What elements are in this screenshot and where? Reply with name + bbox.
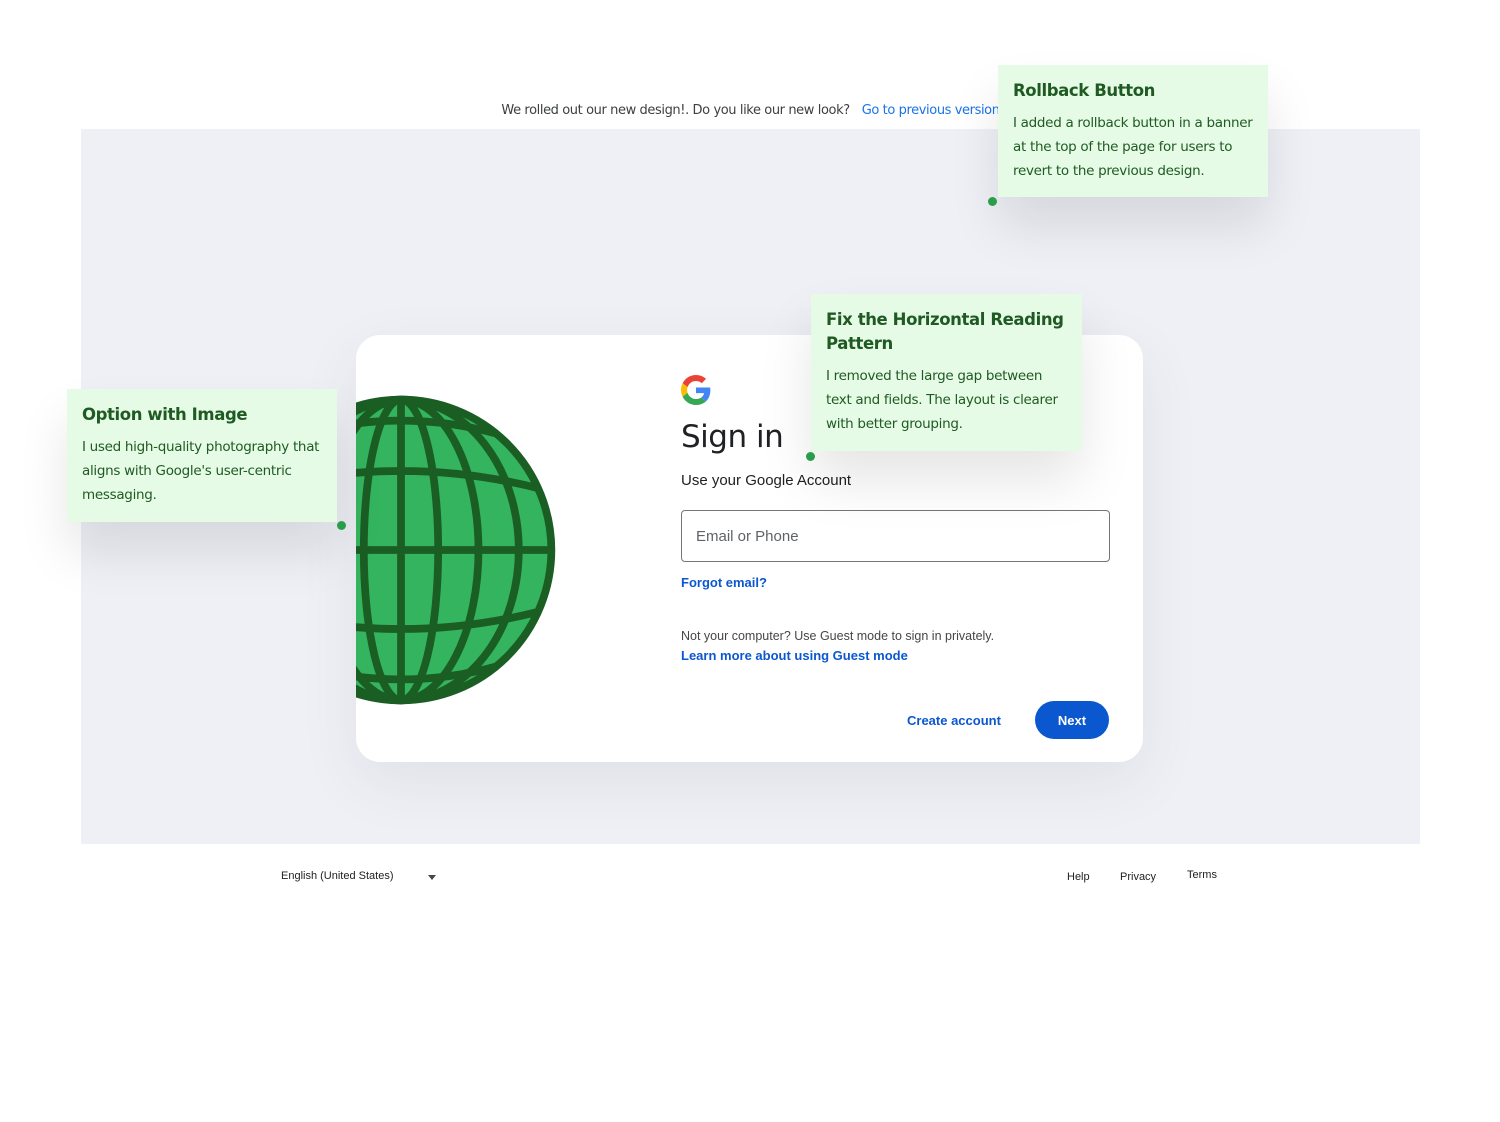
- note-title: Fix the Horizontal Reading Pattern: [826, 310, 1064, 353]
- guest-mode-text: Not your computer? Use Guest mode to sig…: [681, 629, 995, 643]
- note-title: Rollback Button: [1013, 81, 1155, 100]
- note-marker-dot: [988, 197, 997, 206]
- privacy-link[interactable]: Privacy: [1120, 871, 1156, 883]
- guest-mode-link[interactable]: Learn more about using Guest mode: [681, 648, 908, 663]
- note-marker-dot: [337, 521, 346, 530]
- note-title: Option with Image: [82, 405, 248, 424]
- previous-version-link[interactable]: Go to previous version: [862, 103, 1000, 118]
- create-account-button[interactable]: Create account: [907, 713, 1001, 728]
- page-title: Sign in: [681, 419, 784, 455]
- note-body: I used high-quality photography that ali…: [82, 439, 320, 503]
- note-marker-dot: [806, 452, 815, 461]
- note-rollback-button: Rollback Button I added a rollback butto…: [998, 65, 1268, 197]
- chevron-down-icon[interactable]: [428, 875, 436, 880]
- language-select[interactable]: English (United States): [281, 870, 394, 882]
- terms-link[interactable]: Terms: [1187, 869, 1217, 881]
- note-body: I removed the large gap between text and…: [826, 368, 1058, 432]
- help-link[interactable]: Help: [1067, 871, 1090, 883]
- forgot-email-link[interactable]: Forgot email?: [681, 575, 767, 590]
- note-option-with-image: Option with Image I used high-quality ph…: [67, 389, 337, 522]
- note-body: I added a rollback button in a banner at…: [1013, 115, 1253, 179]
- google-g-icon: [681, 375, 711, 405]
- banner-message: We rolled out our new design!. Do you li…: [501, 103, 850, 118]
- page-subtitle: Use your Google Account: [681, 472, 852, 489]
- note-horizontal-reading: Fix the Horizontal Reading Pattern I rem…: [811, 294, 1082, 451]
- globe-icon: [356, 395, 556, 705]
- next-button[interactable]: Next: [1035, 701, 1109, 739]
- email-field[interactable]: [681, 510, 1110, 562]
- page: We rolled out our new design!. Do you li…: [0, 0, 1500, 1122]
